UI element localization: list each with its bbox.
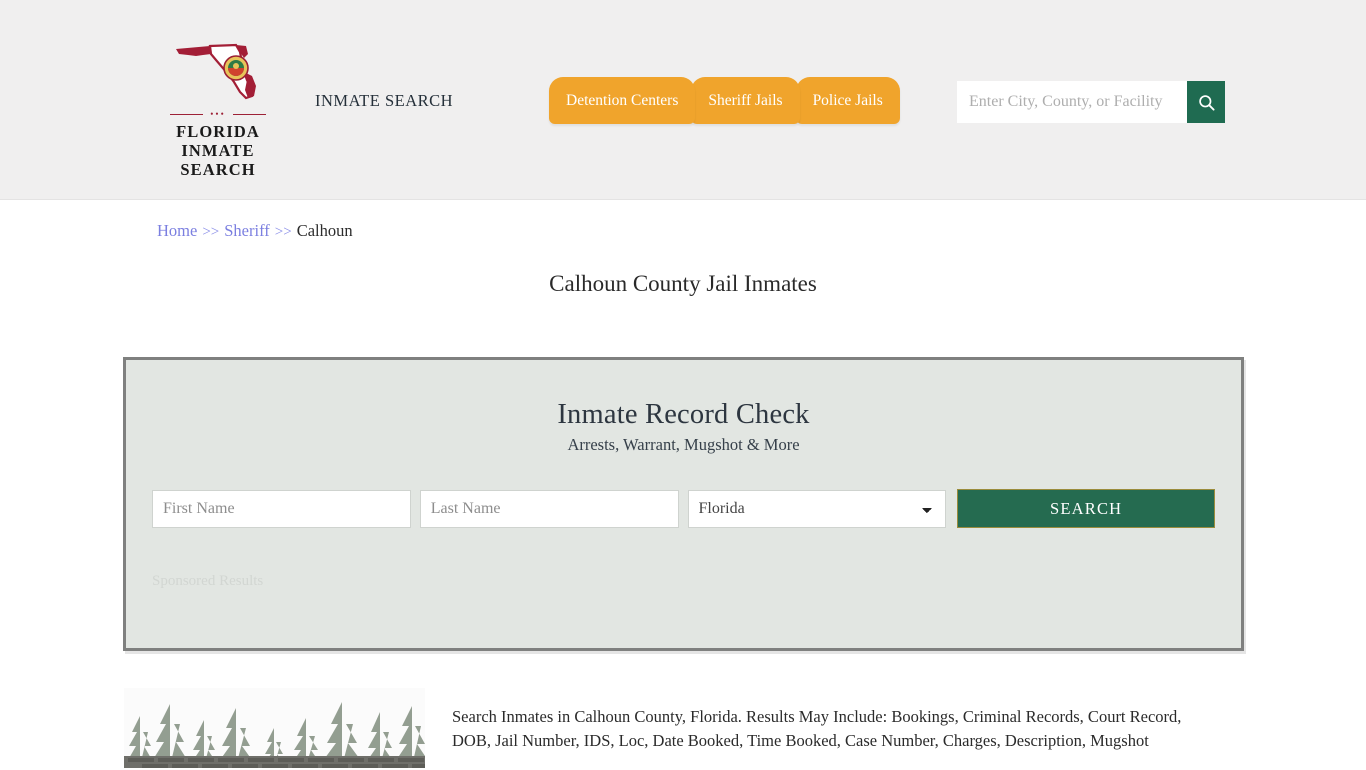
header-search-button[interactable] <box>1187 81 1225 123</box>
site-logo[interactable]: ••• FLORIDA INMATE SEARCH <box>148 40 288 179</box>
pine-trees-photo-icon <box>124 688 425 768</box>
site-header: ••• FLORIDA INMATE SEARCH INMATE SEARCH … <box>0 0 1366 200</box>
page-title: Calhoun County Jail Inmates <box>549 271 817 296</box>
inmate-record-check-card: Inmate Record Check Arrests, Warrant, Mu… <box>123 357 1244 651</box>
logo-text-line2: INMATE SEARCH <box>180 141 256 179</box>
breadcrumb-separator-2: >> <box>274 224 292 240</box>
state-select[interactable]: Florida <box>687 489 947 528</box>
bottom-content: Search Inmates in Calhoun County, Florid… <box>0 688 1366 770</box>
breadcrumb-home[interactable]: Home <box>157 221 197 240</box>
header-inner: ••• FLORIDA INMATE SEARCH INMATE SEARCH … <box>0 0 1366 200</box>
nav-detention-centers[interactable]: Detention Centers <box>549 77 696 124</box>
main-navigation: Detention Centers Sheriff Jails Police J… <box>549 77 900 125</box>
logo-divider: ••• <box>170 110 266 119</box>
header-search-input[interactable] <box>957 81 1187 123</box>
facility-description: Search Inmates in Calhoun County, Florid… <box>452 706 1182 751</box>
search-icon <box>1198 94 1215 111</box>
first-name-input[interactable] <box>152 489 411 528</box>
facility-photo <box>124 688 425 768</box>
nav-sheriff-jails[interactable]: Sheriff Jails <box>691 77 800 124</box>
breadcrumb-separator-1: >> <box>202 224 220 240</box>
logo-dots: ••• <box>210 109 226 119</box>
breadcrumb-current: Calhoun <box>296 221 353 240</box>
search-submit-button[interactable]: SEARCH <box>957 489 1215 528</box>
breadcrumb: Home >> Sheriff >> Calhoun <box>157 221 353 241</box>
florida-map-icon <box>176 43 256 100</box>
card-title: Inmate Record Check <box>557 399 810 430</box>
card-subtitle: Arrests, Warrant, Mugshot & More <box>567 435 800 454</box>
sponsored-results-label: Sponsored Results <box>152 573 264 589</box>
last-name-input[interactable] <box>419 489 679 528</box>
header-tagline: INMATE SEARCH <box>315 91 454 110</box>
nav-police-jails[interactable]: Police Jails <box>795 77 900 124</box>
header-search <box>957 81 1225 123</box>
inmate-search-form: Florida SEARCH <box>126 489 1241 528</box>
breadcrumb-sheriff[interactable]: Sheriff <box>224 221 270 240</box>
logo-text-line1: FLORIDA <box>176 122 260 141</box>
